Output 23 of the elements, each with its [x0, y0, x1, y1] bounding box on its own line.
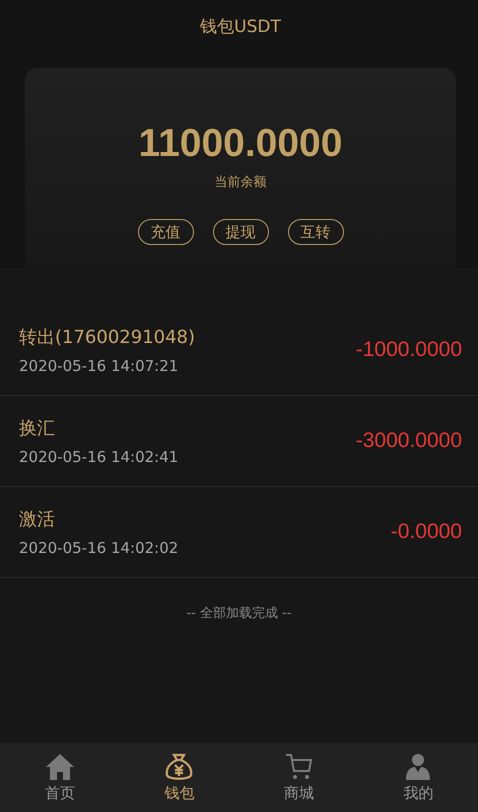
transaction-time: 2020-05-16 14:07:21	[19, 357, 180, 375]
transaction-amount: -0.0000	[390, 520, 462, 544]
home-icon	[44, 752, 75, 782]
transaction-title: 转出(17600291048)	[19, 326, 196, 349]
transaction-time: 2020-05-16 14:02:02	[19, 539, 178, 557]
balance-label: 当前余额	[214, 174, 266, 191]
money-bag-icon	[164, 752, 194, 782]
transaction-title: 激活	[19, 508, 56, 531]
nav-tab[interactable]: 商城	[239, 743, 358, 812]
balance-amount: 11000.0000	[138, 121, 342, 167]
action-button[interactable]: 互转	[288, 219, 344, 245]
action-button[interactable]: 充值	[138, 219, 194, 245]
page-title: 钱包USDT	[199, 16, 282, 39]
transaction-amount: -1000.0000	[356, 338, 462, 362]
transaction-amount: -3000.0000	[356, 429, 462, 453]
nav-tab[interactable]: 首页	[0, 743, 120, 812]
action-button[interactable]: 提现	[212, 219, 268, 245]
nav-tab[interactable]: 钱包	[120, 743, 239, 812]
transaction-title: 换汇	[19, 417, 56, 440]
list-end-text: -- 全部加载完成 --	[185, 605, 293, 622]
cart-icon	[284, 752, 314, 782]
nav-tab[interactable]: 我的	[358, 743, 478, 812]
transaction-time: 2020-05-16 14:02:41	[19, 448, 178, 466]
